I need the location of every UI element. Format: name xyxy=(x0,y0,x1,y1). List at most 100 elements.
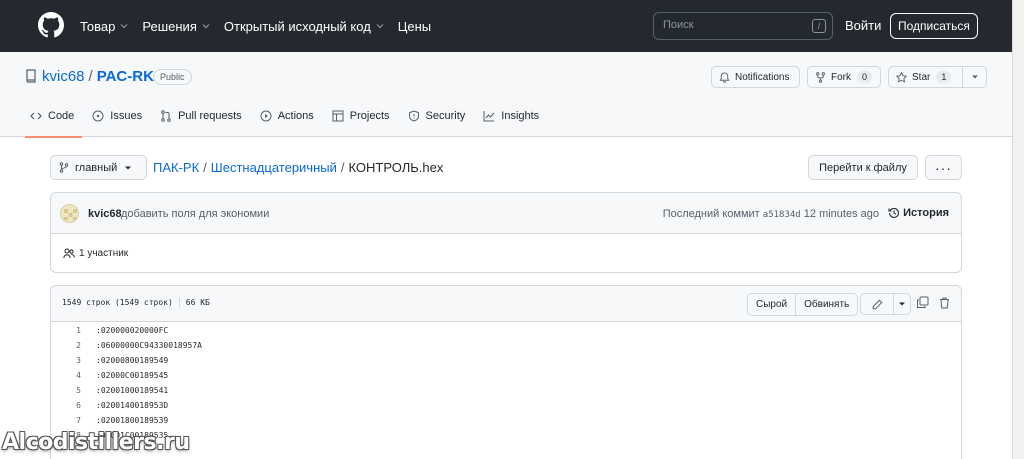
line-content: :02001800189539 xyxy=(96,416,169,425)
table-icon xyxy=(332,110,344,122)
line-content: :020000020000FC xyxy=(96,326,169,335)
tab-code[interactable]: Code xyxy=(25,110,83,138)
nav-open-source-label: Открытый исходный код xyxy=(223,18,371,34)
line-number[interactable]: 1 xyxy=(51,323,81,338)
copy-icon[interactable] xyxy=(916,296,929,309)
search-shortcut-key: / xyxy=(812,19,826,33)
divider xyxy=(178,298,180,307)
trash-icon[interactable] xyxy=(939,297,950,309)
line-number[interactable]: 2 xyxy=(51,338,81,353)
branch-label: главный xyxy=(75,161,118,174)
fork-label: Fork xyxy=(831,71,851,83)
repo-name-link[interactable]: PAC-RK xyxy=(97,68,154,85)
line-content: :06000000C94330018957A xyxy=(96,341,202,350)
caret-down-icon xyxy=(971,75,978,79)
breadcrumb-separator: / xyxy=(340,160,345,175)
avatar[interactable] xyxy=(60,204,79,223)
tab-issues-label: Issues xyxy=(110,110,143,122)
more-options-button[interactable]: ··· xyxy=(925,155,962,180)
commit-box: kvic68 добавить поля для экономии Послед… xyxy=(50,192,962,273)
pencil-icon xyxy=(872,298,883,309)
edit-dropdown-button[interactable] xyxy=(893,293,911,315)
nav-pricing[interactable]: Цены xyxy=(398,19,431,34)
line-number[interactable]: 7 xyxy=(51,413,81,428)
star-dropdown-button[interactable] xyxy=(962,66,987,88)
code-line: 1 :020000020000FC xyxy=(51,323,961,338)
code-line: 5:02001000189541 xyxy=(51,383,961,398)
caret-down-icon xyxy=(899,302,905,306)
tab-security-label: Security xyxy=(425,110,466,122)
breadcrumb-file-name: КОНТРОЛЬ.hex xyxy=(348,160,444,175)
line-number[interactable]: 4 xyxy=(51,368,81,383)
line-number[interactable]: 3 xyxy=(51,353,81,368)
caret-down-icon xyxy=(125,166,132,169)
breadcrumb-repo-link[interactable]: ПАК-РК xyxy=(153,160,199,175)
go-to-file-button[interactable]: Перейти к файлу xyxy=(808,155,918,180)
line-number[interactable]: 6 xyxy=(51,398,81,413)
nav-product-label: Товар xyxy=(80,18,116,34)
fork-icon xyxy=(816,71,825,83)
contributors-label: 1 участник xyxy=(79,248,129,259)
fork-button[interactable]: Fork 0 xyxy=(807,66,881,88)
history-link[interactable]: История xyxy=(888,207,949,219)
tab-actions-label: Actions xyxy=(277,110,314,122)
history-label: История xyxy=(903,207,949,219)
play-icon xyxy=(260,110,272,122)
file-info: 1549 строк (1549 строк) 66 КБ xyxy=(62,298,210,307)
nav-solutions-label: Решения xyxy=(142,18,197,34)
commit-time: 12 minutes ago xyxy=(803,208,879,220)
breadcrumb: ПАК-РК / Шестнадцатеричный / КОНТРОЛЬ.hex xyxy=(153,160,443,175)
code-line: 4 :02000C00189545 xyxy=(51,368,961,383)
nav-solutions[interactable]: Решения xyxy=(142,18,210,34)
repo-tabs: Code Issues Pull requests Actions Projec… xyxy=(25,110,552,138)
tab-pull-requests-label: Pull requests xyxy=(178,110,242,122)
star-label: Star xyxy=(912,71,931,83)
pull-request-icon xyxy=(161,110,171,122)
raw-blame-group: Сырой Обвинять xyxy=(747,293,859,316)
nav-product[interactable]: Товар xyxy=(80,19,128,34)
commit-author-link[interactable]: kvic68 xyxy=(88,208,122,220)
contributors-link[interactable]: 1 участник xyxy=(63,248,128,259)
code-lines: 1 :020000020000FC 2 :06000000C94330018957A 3… xyxy=(51,323,961,443)
tab-pull-requests[interactable]: Pull requests xyxy=(155,110,250,138)
edit-file-button[interactable] xyxy=(860,293,894,315)
chevron-down-icon xyxy=(202,24,210,29)
notifications-button[interactable]: Notifications xyxy=(711,66,800,88)
github-logo-icon[interactable] xyxy=(38,12,64,38)
repo-owner-link[interactable]: kvic68 xyxy=(42,68,85,85)
commit-sha-link[interactable]: a51834d xyxy=(763,210,801,220)
raw-button[interactable]: Сырой xyxy=(748,294,796,315)
code-line: 7 :02001800189539 xyxy=(51,413,961,428)
tab-security[interactable]: Security xyxy=(403,110,474,138)
tab-issues[interactable]: Issues xyxy=(87,110,150,138)
line-number[interactable]: 5 xyxy=(51,383,81,398)
star-count: 1 xyxy=(936,71,952,83)
tab-insights-label: Insights xyxy=(501,110,540,122)
repo-title: kvic68/PAC-RK xyxy=(42,68,154,85)
identicon-icon xyxy=(64,209,77,220)
file-size: 66 КБ xyxy=(185,298,210,307)
issue-icon xyxy=(92,110,104,122)
graph-icon xyxy=(483,111,495,122)
search-input[interactable]: Поиск / xyxy=(653,12,833,40)
branch-select-button[interactable]: главный xyxy=(50,155,147,180)
line-content: :02000800189549 xyxy=(96,356,169,365)
sign-in-link[interactable]: Войти xyxy=(845,18,881,33)
blame-button[interactable]: Обвинять xyxy=(795,294,858,315)
line-content: :02000C00189545 xyxy=(96,371,169,380)
commit-message-link[interactable]: добавить поля для экономии xyxy=(121,208,269,220)
star-icon xyxy=(896,71,907,83)
sign-up-button[interactable]: Подписаться xyxy=(890,13,978,39)
latest-commit-row: kvic68 добавить поля для экономии Послед… xyxy=(51,193,961,234)
scrollbar[interactable] xyxy=(1012,0,1024,459)
shield-icon xyxy=(408,110,419,122)
breadcrumb-folder-link[interactable]: Шестнадцатеричный xyxy=(211,160,337,175)
tab-projects[interactable]: Projects xyxy=(327,110,398,138)
tab-insights[interactable]: Insights xyxy=(478,110,547,138)
branch-icon xyxy=(59,162,69,173)
nav-open-source[interactable]: Открытый исходный код xyxy=(224,19,384,34)
star-button[interactable]: Star 1 xyxy=(888,66,963,88)
code-line: 6:0200140018953D xyxy=(51,398,961,413)
tab-actions[interactable]: Actions xyxy=(255,110,322,138)
tab-code-label: Code xyxy=(48,110,75,122)
